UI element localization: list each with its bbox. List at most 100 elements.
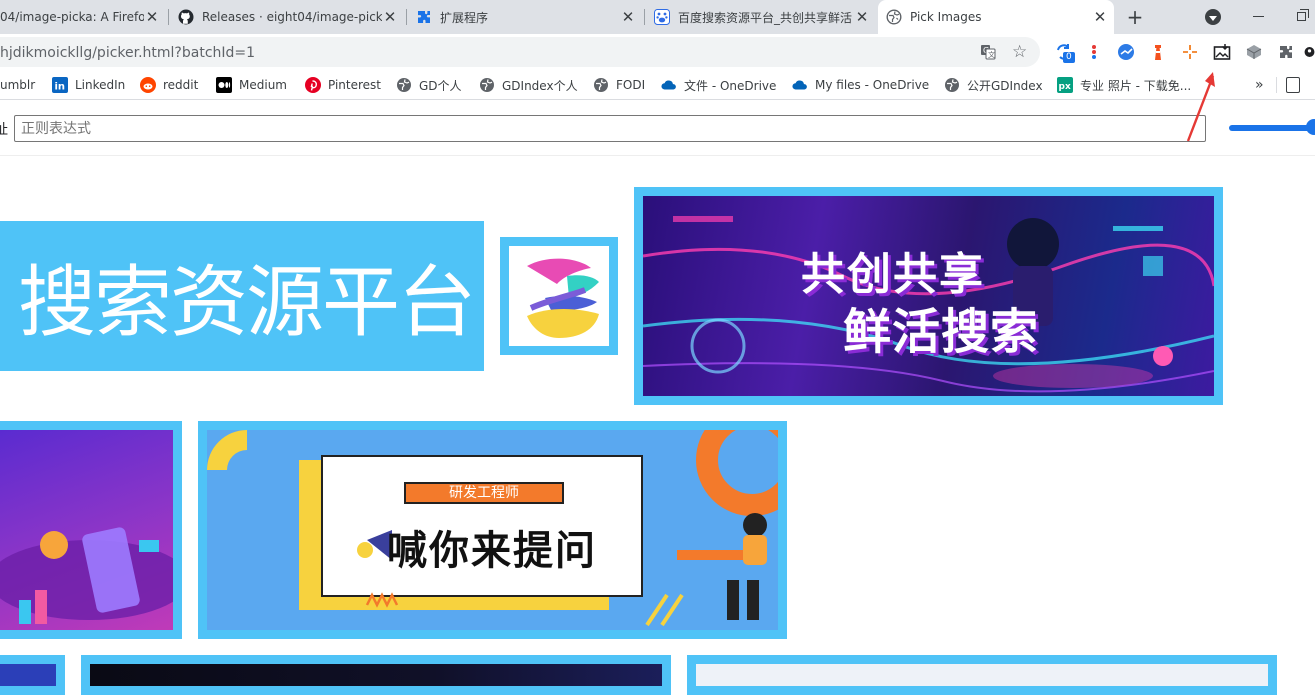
picker-page: 址 搜索资源平台	[0, 72, 1315, 695]
bookmark-label: 文件 - OneDrive	[684, 78, 777, 93]
new-tab-button[interactable]: +	[1125, 6, 1145, 28]
bookmark-label: My files - OneDrive	[815, 78, 930, 92]
image-card-row3-light[interactable]	[687, 655, 1277, 695]
bookmark-label: GD个人	[419, 78, 462, 93]
chevron-double-right-icon: »	[1255, 77, 1264, 93]
image-size-slider[interactable]	[1229, 125, 1315, 131]
sync-extension-icon[interactable]: 0	[1054, 42, 1075, 63]
tab-releases[interactable]: Releases · eight04/image-pick ✕	[170, 0, 404, 34]
tab-strip: 04/image-picka: A Firefo ✕ Releases · ei…	[0, 0, 1315, 34]
dev-question-image: 研发工程师 喊你来提问	[207, 430, 778, 630]
bookmark-pexels[interactable]: px 专业 照片 - 下载免...	[1057, 76, 1191, 94]
dev-headline: 喊你来提问	[387, 528, 597, 574]
filter-label: 址	[0, 122, 8, 138]
bookmark-fodi[interactable]: FODI	[593, 76, 645, 94]
image-card-promo-banner[interactable]: 共创共享 鲜活搜索	[634, 187, 1223, 405]
translate-icon[interactable]: G文	[980, 44, 996, 60]
tab-pick-images[interactable]: Pick Images ✕	[878, 0, 1114, 34]
bookmarks-overflow-button[interactable]: »	[1255, 76, 1264, 94]
row3-dark-image	[90, 664, 662, 686]
star-icon[interactable]: ☆	[1012, 42, 1027, 62]
tab-title: 扩展程序	[440, 10, 489, 25]
reading-list-icon[interactable]	[1286, 77, 1300, 93]
image-card-row3-dark[interactable]	[81, 655, 671, 695]
close-icon[interactable]: ✕	[620, 8, 636, 26]
tab-baidu-search-resources[interactable]: 百度搜索资源平台_共创共享鲜活 ✕	[646, 0, 876, 34]
regex-filter-input[interactable]	[14, 115, 1206, 142]
image-card-dev-question[interactable]: 研发工程师 喊你来提问	[198, 421, 787, 639]
baidu-banner-image: 搜索资源平台	[0, 221, 484, 371]
globe-icon	[886, 9, 902, 25]
tab-image-picka-repo[interactable]: 04/image-picka: A Firefo ✕	[0, 0, 166, 34]
filter-bar: 址	[0, 101, 1315, 156]
logo-image	[509, 246, 609, 346]
restore-button[interactable]	[1297, 9, 1315, 25]
onedrive-icon	[661, 77, 677, 93]
dev-role-tag: 研发工程师	[404, 482, 564, 504]
image-card-baidu-banner[interactable]: 搜索资源平台	[0, 221, 484, 371]
tab-title: Pick Images	[910, 10, 982, 24]
bookmark-pinterest[interactable]: Pinterest	[305, 76, 381, 94]
bookmark-tumblr[interactable]: umblr	[0, 76, 35, 94]
tab-search-button[interactable]	[1205, 9, 1221, 25]
bookmark-label: GDIndex个人	[502, 78, 578, 93]
bookmark-bar-divider	[1276, 77, 1277, 93]
bookmark-label: FODI	[616, 78, 646, 92]
row3-light-image	[696, 664, 1268, 686]
puzzle-icon	[416, 9, 432, 25]
row3-left-image	[0, 664, 56, 686]
globe-icon	[944, 77, 960, 93]
close-icon[interactable]: ✕	[144, 8, 160, 26]
bookmark-reddit[interactable]: reddit	[140, 76, 198, 94]
reddit-icon	[140, 77, 156, 93]
purple-illustration-image	[0, 430, 173, 630]
address-bar[interactable]: hjdikmoickllg/picker.html?batchId=1 G文 ☆	[0, 37, 1040, 67]
arrows-extension-icon[interactable]	[1180, 42, 1200, 62]
bookmark-label: 公开GDIndex	[967, 78, 1043, 93]
bookmark-label: Pinterest	[328, 78, 382, 92]
close-icon[interactable]: ✕	[854, 8, 870, 26]
svg-text:px: px	[1059, 82, 1071, 92]
bookmark-medium[interactable]: Medium	[216, 76, 287, 94]
svg-text:in: in	[55, 82, 66, 93]
bookmark-gdindex-personal[interactable]: GDIndex个人	[479, 76, 578, 94]
tab-title: Releases · eight04/image-pick	[202, 10, 382, 24]
promo-line-2: 鲜活搜索	[843, 304, 1040, 360]
bookmark-label: umblr	[0, 78, 36, 92]
image-card-purple-illustration[interactable]	[0, 421, 182, 639]
minimize-button[interactable]	[1253, 16, 1264, 17]
cloud-extension-icon[interactable]	[1116, 42, 1136, 62]
promo-banner-image: 共创共享 鲜活搜索	[643, 196, 1214, 396]
close-icon[interactable]: ✕	[1092, 8, 1108, 26]
slider-thumb[interactable]	[1306, 119, 1315, 135]
puzzle-icon[interactable]	[1276, 42, 1296, 62]
bookmark-label: LinkedIn	[75, 78, 126, 92]
pinterest-icon	[305, 77, 321, 93]
dots-extension-icon[interactable]	[1084, 42, 1104, 62]
pexels-icon: px	[1057, 77, 1073, 93]
lighthouse-extension-icon[interactable]	[1148, 42, 1168, 62]
tab-extensions[interactable]: 扩展程序 ✕	[408, 0, 642, 34]
svg-text:文: 文	[988, 50, 995, 59]
bookmark-onedrive-my-files[interactable]: My files - OneDrive	[792, 76, 929, 94]
globe-icon	[396, 77, 412, 93]
bookmark-label: reddit	[163, 78, 199, 92]
bookmark-onedrive-files-cn[interactable]: 文件 - OneDrive	[661, 76, 776, 94]
profile-avatar[interactable]	[1304, 42, 1315, 62]
badge-count: 0	[1063, 52, 1075, 63]
image-card-row3-left[interactable]	[0, 655, 65, 695]
baidu-icon	[654, 9, 670, 25]
banner-text: 搜索资源平台	[17, 258, 476, 348]
bookmark-linkedin[interactable]: in LinkedIn	[52, 76, 125, 94]
url-text[interactable]: hjdikmoickllg/picker.html?batchId=1	[0, 45, 255, 61]
linkedin-icon: in	[52, 77, 68, 93]
bookmark-gd-personal[interactable]: GD个人	[396, 76, 462, 94]
image-card-logo[interactable]	[500, 237, 618, 355]
medium-icon	[216, 77, 232, 93]
close-icon[interactable]: ✕	[382, 8, 398, 26]
bookmark-public-gdindex[interactable]: 公开GDIndex	[944, 76, 1043, 94]
image-picka-extension-icon[interactable]	[1212, 42, 1232, 62]
bookmark-label: Medium	[239, 78, 287, 92]
tab-title: 04/image-picka: A Firefo	[0, 10, 144, 24]
cube-extension-icon[interactable]	[1244, 42, 1264, 62]
